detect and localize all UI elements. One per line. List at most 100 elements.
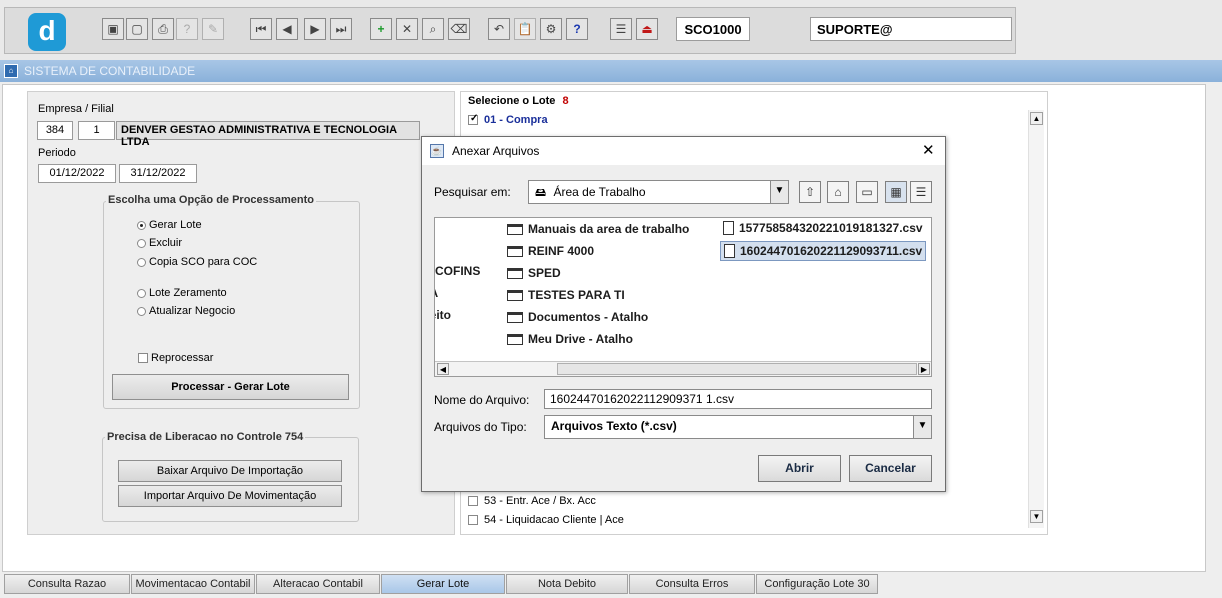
periodo-label: Periodo (38, 147, 76, 159)
details-view-icon[interactable]: ☰ (910, 181, 932, 203)
radio-copia-sco[interactable]: Copia SCO para COC (137, 256, 257, 268)
lookin-combo[interactable]: 🖴 Área de Trabalho ▼ (528, 180, 789, 204)
processar-button[interactable]: Processar - Gerar Lote (112, 374, 349, 400)
window-titlebar: SISTEMA DE CONTABILIDADE (0, 60, 1222, 82)
item-label: TESTES PARA TI (528, 288, 625, 302)
tab-alteracao-contabil[interactable]: Alteracao Contabil (256, 574, 380, 594)
delete-icon[interactable]: ✕ (396, 18, 418, 40)
exit-icon[interactable]: ⏏ (636, 18, 658, 40)
radio-gerar-lote[interactable]: Gerar Lote (137, 219, 202, 231)
filial-code-field[interactable]: 1 (78, 121, 115, 140)
app-logo-letter: d (38, 15, 56, 46)
edit-icon[interactable]: ✎ (202, 18, 224, 40)
up-folder-icon[interactable]: ⇧ (799, 181, 821, 203)
list-view-icon[interactable]: ▦ (885, 181, 907, 203)
radio-label: Lote Zeramento (149, 287, 227, 299)
tab-nota-debito[interactable]: Nota Debito (506, 574, 628, 594)
radio-indicator (137, 306, 146, 316)
tab-configuracao-lote-30[interactable]: Configuração Lote 30 (756, 574, 878, 594)
radio-lote-zeramento[interactable]: Lote Zeramento (137, 287, 227, 299)
lote-checkbox (468, 496, 478, 506)
list-item[interactable]: ceito (435, 308, 451, 322)
item-label: SPED (528, 266, 561, 280)
scroll-left-icon[interactable]: ◀ (437, 363, 449, 375)
tab-movimentacao-contabil[interactable]: Movimentacao Contabil (131, 574, 255, 594)
folder-item[interactable]: TESTES PARA TI (507, 288, 625, 302)
chevron-down-icon: ▼ (770, 181, 788, 203)
program-code: SCO1000 (676, 17, 750, 41)
tools-icon[interactable]: ⚙ (540, 18, 562, 40)
baixar-arquivo-button[interactable]: Baixar Arquivo De Importação (118, 460, 342, 482)
new-folder-icon[interactable]: ▭ (856, 181, 878, 203)
radio-excluir[interactable]: Excluir (137, 237, 182, 249)
folder-icon (507, 289, 523, 301)
lote-item[interactable]: 53 - Entr. Ace / Bx. Acc (468, 495, 596, 507)
scroll-down-icon[interactable]: ▼ (1030, 510, 1043, 523)
clipboard-icon[interactable]: 📋 (514, 18, 536, 40)
clear-icon[interactable]: ⌫ (448, 18, 470, 40)
tab-gerar-lote[interactable]: Gerar Lote (381, 574, 505, 594)
cancel-button[interactable]: Cancelar (849, 455, 932, 482)
scroll-right-icon[interactable]: ▶ (918, 363, 930, 375)
folder-item[interactable]: Manuais da area de trabalho (507, 222, 689, 236)
search-icon[interactable]: ⌕ (422, 18, 444, 40)
list-item[interactable]: S-COFINS (435, 264, 480, 278)
folder-item[interactable]: SPED (507, 266, 561, 280)
open-button[interactable]: Abrir (758, 455, 841, 482)
file-item-selected[interactable]: 160244701620221129093711.csv (720, 241, 927, 261)
home-icon[interactable]: ⌂ (827, 181, 849, 203)
save-icon[interactable]: ▣ (102, 18, 124, 40)
file-type-combo[interactable]: Arquivos Texto (*.csv) ▼ (544, 415, 932, 439)
app-logo: d (28, 13, 66, 51)
window-icon[interactable]: ▢ (126, 18, 148, 40)
undo-icon[interactable]: ↶ (488, 18, 510, 40)
importar-arquivo-button[interactable]: Importar Arquivo De Movimentação (118, 485, 342, 507)
print-icon[interactable]: ⎙ (152, 18, 174, 40)
file-list[interactable]: S-COFINS TA ceito Manuais da area de tra… (434, 217, 932, 377)
folder-item[interactable]: Documentos - Atalho (507, 310, 648, 324)
checkbox-box (138, 353, 148, 363)
reprocessar-checkbox[interactable]: Reprocessar (138, 352, 213, 364)
menu-icon[interactable]: ☰ (610, 18, 632, 40)
empresa-code-field[interactable]: 384 (37, 121, 73, 140)
window-title: SISTEMA DE CONTABILIDADE (24, 64, 196, 78)
scroll-up-icon[interactable]: ▲ (1030, 112, 1043, 125)
radio-indicator (137, 257, 146, 267)
radio-atualizar-negocio[interactable]: Atualizar Negocio (137, 305, 235, 317)
last-record-icon[interactable]: ⏭ (330, 18, 352, 40)
file-name-input[interactable]: 16024470162022112909371 1.csv (544, 389, 932, 409)
help-icon[interactable]: ? (566, 18, 588, 40)
file-item[interactable]: 157758584320221019181327.csv (723, 221, 923, 235)
opcao-group-title: Escolha uma Opção de Processamento (106, 194, 317, 206)
item-label: 160244701620221129093711.csv (740, 244, 923, 258)
lote-scrollbar[interactable]: ▲ ▼ (1028, 110, 1044, 528)
tab-consulta-erros[interactable]: Consulta Erros (629, 574, 755, 594)
add-icon[interactable]: + (370, 18, 392, 40)
folder-item[interactable]: REINF 4000 (507, 244, 594, 258)
help-search-icon[interactable]: ? (176, 18, 198, 40)
first-record-icon[interactable]: ⏮ (250, 18, 272, 40)
close-icon[interactable]: ✕ (922, 141, 935, 159)
item-label: Meu Drive - Atalho (528, 332, 633, 346)
lookin-value: Área de Trabalho (553, 185, 646, 199)
next-record-icon[interactable]: ▶ (304, 18, 326, 40)
periodo-inicio-field[interactable]: 01/12/2022 (38, 164, 116, 183)
radio-indicator (137, 238, 146, 248)
lookin-label: Pesquisar em: (434, 185, 511, 199)
list-item[interactable]: TA (435, 286, 438, 300)
horizontal-scrollbar[interactable]: ◀ ▶ (435, 361, 931, 376)
folder-icon (507, 311, 523, 323)
file-icon (724, 244, 735, 258)
lote-item[interactable]: ✓ 01 - Compra (468, 113, 548, 126)
tab-consulta-razao[interactable]: Consulta Razao (4, 574, 130, 594)
folder-item[interactable]: Meu Drive - Atalho (507, 332, 633, 346)
chevron-down-icon: ▼ (913, 416, 931, 438)
checkbox-label: Reprocessar (151, 352, 214, 364)
previous-record-icon[interactable]: ◀ (276, 18, 298, 40)
periodo-fim-field[interactable]: 31/12/2022 (119, 164, 197, 183)
file-type-value: Arquivos Texto (*.csv) (551, 419, 677, 433)
folder-icon (507, 223, 523, 235)
scroll-thumb[interactable] (557, 363, 917, 375)
lote-item[interactable]: 54 - Liquidacao Cliente | Ace (468, 514, 624, 526)
radio-label: Gerar Lote (149, 219, 202, 231)
